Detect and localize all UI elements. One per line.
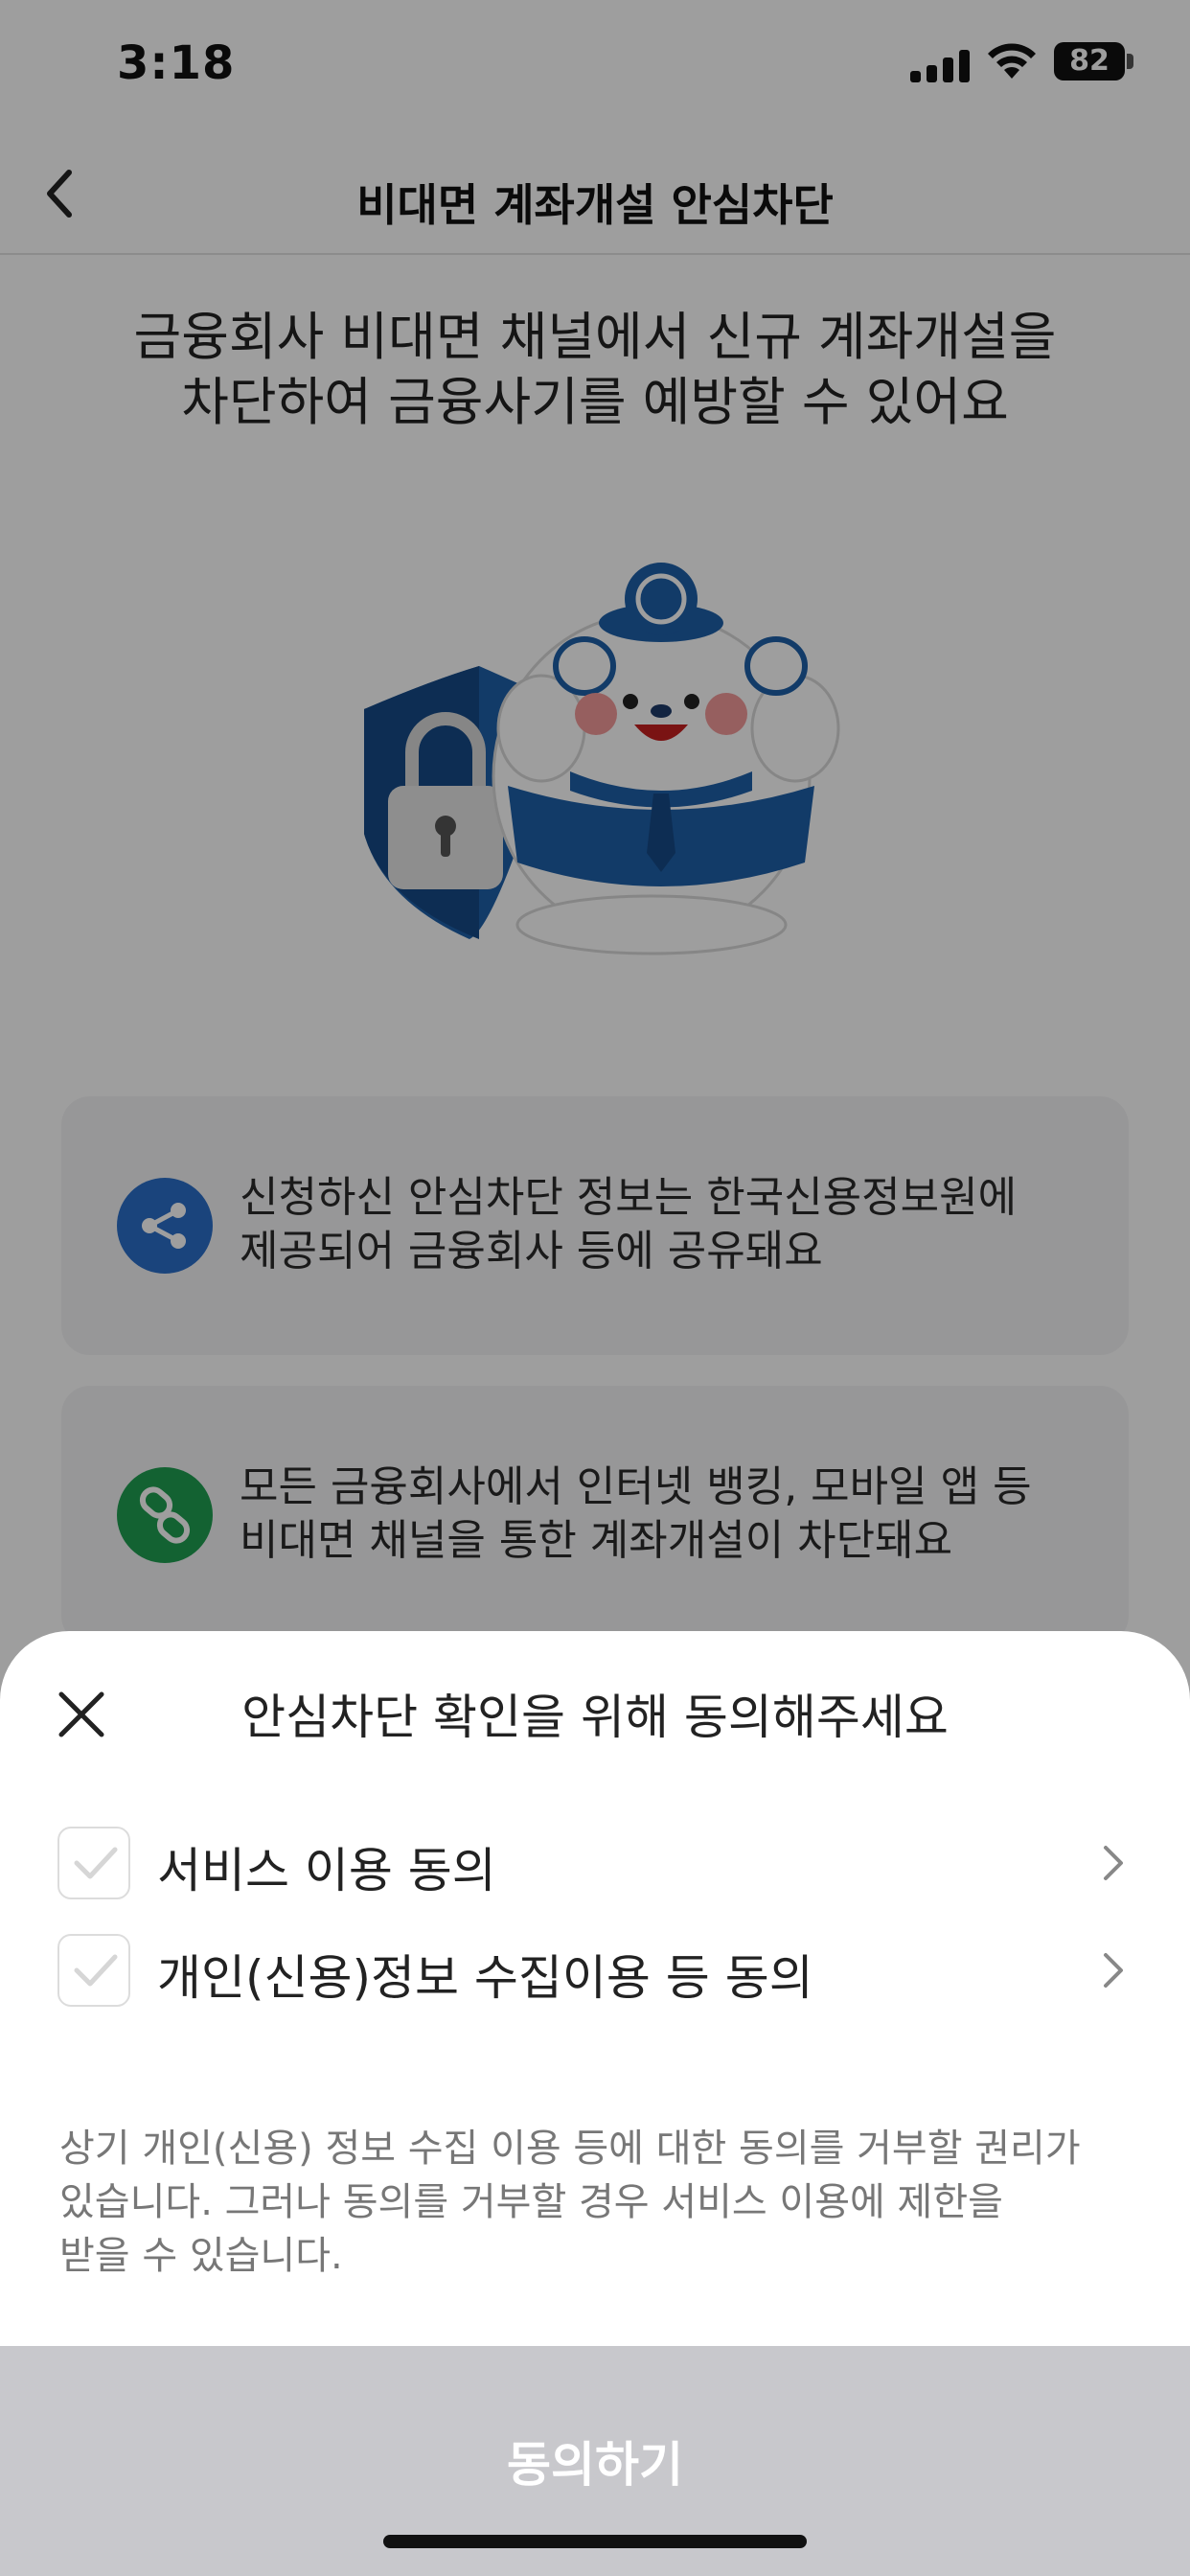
chevron-right-icon[interactable] [1094, 1840, 1133, 1886]
checkbox-privacy[interactable] [57, 1934, 130, 2007]
consent-notice: 상기 개인(신용) 정보 수집 이용 등에 대한 동의를 거부할 권리가 있습니… [59, 2122, 1152, 2283]
consent-bottom-sheet: 안심차단 확인을 위해 동의해주세요 서비스 이용 동의 개인(신용)정보 수집… [0, 1631, 1190, 2576]
check-icon [74, 1954, 118, 1987]
agreement-row-privacy[interactable]: 개인(신용)정보 수집이용 등 동의 [57, 1926, 1133, 2014]
app-screen: 3:18 82 비대면 계좌개설 안심차단 금융회사 비대면 채널에서 신규 계… [0, 0, 1190, 2576]
chevron-right-icon[interactable] [1094, 1947, 1133, 1993]
sheet-title: 안심차단 확인을 위해 동의해주세요 [241, 1690, 949, 1745]
agreement-row-service[interactable]: 서비스 이용 동의 [57, 1819, 1133, 1907]
agreement-label: 서비스 이용 동의 [157, 1843, 496, 1898]
checkbox-service[interactable] [57, 1827, 130, 1899]
consent-notice-line-3: 받을 수 있습니다. [59, 2234, 343, 2278]
consent-notice-line-2: 있습니다. 그러나 동의를 거부할 경우 서비스 이용에 제한을 [59, 2180, 1003, 2224]
agreement-label: 개인(신용)정보 수집이용 등 동의 [157, 1950, 813, 2006]
check-icon [74, 1847, 118, 1879]
home-indicator [383, 2535, 807, 2548]
consent-notice-line-1: 상기 개인(신용) 정보 수집 이용 등에 대한 동의를 거부할 권리가 [59, 2127, 1081, 2171]
